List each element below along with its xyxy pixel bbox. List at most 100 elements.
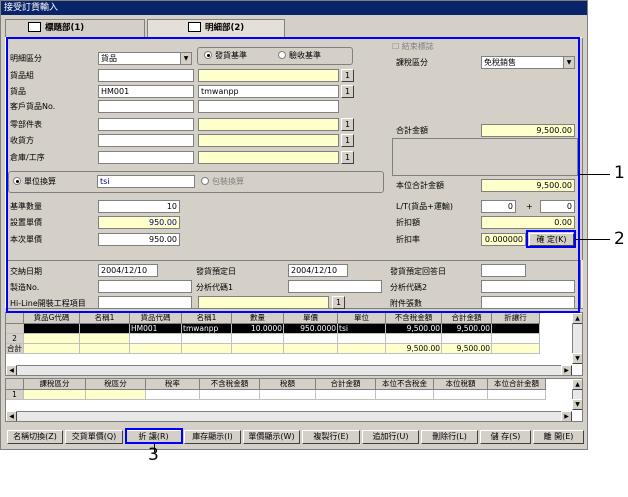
- column-header: 單價: [284, 313, 338, 324]
- table-cell[interactable]: [442, 334, 492, 344]
- column-header: 合計金額: [316, 379, 376, 390]
- table-cell[interactable]: [146, 390, 200, 400]
- table-cell[interactable]: 950.0000: [284, 324, 338, 334]
- scroll-right-icon[interactable]: ▶: [561, 411, 572, 421]
- highlight-box-confirm: [526, 230, 576, 248]
- table-cell[interactable]: 9,500.00: [442, 324, 492, 334]
- exit-button[interactable]: 離 開(E): [533, 430, 584, 444]
- table-cell[interactable]: [182, 334, 232, 344]
- grid1-horizontal-scrollbar[interactable]: [6, 365, 572, 375]
- delivery-price-button[interactable]: 交貨單價(Q): [65, 430, 123, 444]
- tab-bar: 標題部(1) 明細部(2): [5, 19, 583, 37]
- column-header: 合計金額: [442, 313, 492, 324]
- table-cell[interactable]: [284, 334, 338, 344]
- table-cell[interactable]: [434, 390, 488, 400]
- detail-grid: 貨品G代碼 名稱1 貨品代碼 名稱1 數量 單價 單位 不含稅金額 合計金額 折讓行 HM001 tm…: [5, 312, 583, 376]
- tab-detail-label: 明細部(2): [205, 23, 245, 33]
- row-number: 2: [6, 334, 24, 344]
- table-cell[interactable]: 9,500.00: [386, 324, 442, 334]
- row-header-corner: [6, 379, 24, 390]
- column-header: 不含稅金額: [386, 313, 442, 324]
- save-button[interactable]: 儲 存(S): [480, 430, 531, 444]
- total-cell: 9,500.00: [386, 344, 442, 354]
- scroll-right-icon[interactable]: ▶: [561, 365, 572, 375]
- callout-1: 1: [614, 163, 625, 183]
- table-cell[interactable]: [376, 390, 434, 400]
- table-cell[interactable]: 10.0000: [232, 324, 284, 334]
- row-number: [6, 324, 24, 334]
- total-cell: [182, 344, 232, 354]
- table-cell[interactable]: [130, 334, 182, 344]
- column-header: 不含稅金額: [200, 379, 260, 390]
- table-cell[interactable]: [80, 324, 130, 334]
- callout-2: 2: [614, 229, 625, 249]
- scroll-left-icon[interactable]: ◀: [6, 411, 17, 421]
- table-cell[interactable]: [80, 334, 130, 344]
- column-header: 本位合計金額: [488, 379, 546, 390]
- column-header: 本位不含稅金: [376, 379, 434, 390]
- table-cell[interactable]: tmwanpp: [182, 324, 232, 334]
- column-header: 數量: [232, 313, 284, 324]
- column-header: 稅區分: [86, 379, 146, 390]
- table-cell[interactable]: [316, 390, 376, 400]
- row-header-corner: [6, 313, 24, 324]
- tab-header[interactable]: 標題部(1): [5, 19, 145, 37]
- grid2-horizontal-scrollbar[interactable]: [6, 411, 572, 421]
- total-cell: [284, 344, 338, 354]
- name-switch-button[interactable]: 名稱切換(Z): [7, 430, 63, 444]
- delete-row-button[interactable]: 刪除行(L): [421, 430, 478, 444]
- row-number: 1: [6, 390, 24, 400]
- table-cell[interactable]: [200, 390, 260, 400]
- table-cell[interactable]: [488, 390, 546, 400]
- scroll-down-icon[interactable]: ▼: [572, 399, 582, 410]
- document-icon: [188, 22, 201, 32]
- tab-detail[interactable]: 明細部(2): [147, 19, 285, 37]
- table-cell[interactable]: [24, 324, 80, 334]
- table-cell[interactable]: [86, 390, 146, 400]
- total-cell: [232, 344, 284, 354]
- column-header: 貨品代碼: [130, 313, 182, 324]
- table-cell[interactable]: HM001: [130, 324, 182, 334]
- table-cell[interactable]: [260, 390, 316, 400]
- table-cell[interactable]: [338, 334, 386, 344]
- scroll-up-icon[interactable]: ▲: [572, 379, 582, 390]
- column-header: 折讓行: [492, 313, 540, 324]
- book-icon: [28, 22, 41, 32]
- price-display-button[interactable]: 單價顯示(W): [243, 430, 300, 444]
- table-cell[interactable]: tsi: [338, 324, 386, 334]
- table-cell[interactable]: [24, 334, 80, 344]
- total-cell: [492, 344, 540, 354]
- column-header: 稅額: [260, 379, 316, 390]
- scroll-down-icon[interactable]: ▼: [572, 353, 582, 364]
- total-cell: 9,500.00: [442, 344, 492, 354]
- total-cell: [24, 344, 80, 354]
- callout-3: 3: [148, 445, 159, 465]
- table-cell[interactable]: [24, 390, 86, 400]
- stock-display-button[interactable]: 庫存顯示(I): [184, 430, 241, 444]
- scroll-up-icon[interactable]: ▲: [572, 313, 582, 324]
- total-cell: [338, 344, 386, 354]
- column-header: 課稅區分: [24, 379, 86, 390]
- scroll-left-icon[interactable]: ◀: [6, 365, 17, 375]
- total-cell: [80, 344, 130, 354]
- window-title: 接受訂貨輸入: [1, 1, 587, 15]
- table-cell[interactable]: [492, 324, 540, 334]
- column-header: 名稱1: [80, 313, 130, 324]
- column-header: 稅率: [146, 379, 200, 390]
- highlight-box-discount: [125, 428, 183, 444]
- column-header: 本位稅額: [434, 379, 488, 390]
- total-row-label: 合計: [6, 344, 24, 354]
- lower-scrollbar[interactable]: [580, 260, 583, 308]
- callout-line-1: [580, 174, 610, 175]
- column-header: 名稱1: [182, 313, 232, 324]
- table-cell[interactable]: [492, 334, 540, 344]
- table-cell[interactable]: [386, 334, 442, 344]
- table-cell[interactable]: [232, 334, 284, 344]
- column-header: 貨品G代碼: [24, 313, 80, 324]
- column-header: 單位: [338, 313, 386, 324]
- copy-row-button[interactable]: 複製行(E): [302, 430, 360, 444]
- total-cell: [130, 344, 182, 354]
- tab-header-label: 標題部(1): [45, 23, 85, 33]
- tax-grid: 課稅區分 稅區分 稅率 不含稅金額 稅額 合計金額 本位不含稅金 本位稅額 本位合計金額 1 ▲ ▼ ◀…: [5, 378, 583, 422]
- add-row-button[interactable]: 追加行(U): [362, 430, 419, 444]
